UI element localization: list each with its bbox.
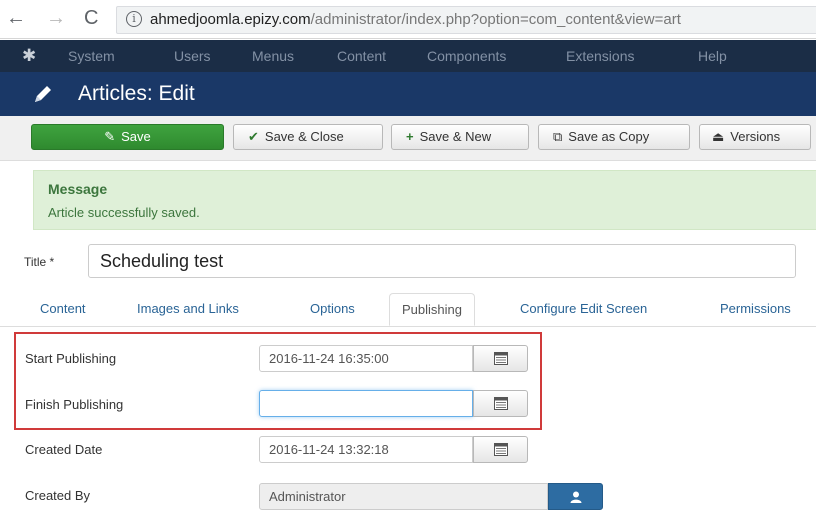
page-title: Articles: Edit <box>78 82 195 105</box>
joomla-logo-icon[interactable]: ✱ <box>22 47 42 65</box>
pencil-icon <box>32 83 54 108</box>
created-by-input[interactable]: Administrator <box>259 483 548 510</box>
created-date-input[interactable]: 2016-11-24 13:32:18 <box>259 436 473 463</box>
save-new-button[interactable]: + Save & New <box>391 124 529 150</box>
start-publishing-calendar-button[interactable] <box>473 345 528 372</box>
copy-icon: ⧉ <box>553 129 563 144</box>
url-text: ahmedjoomla.epizy.com/administrator/inde… <box>150 11 681 28</box>
calendar-icon <box>494 397 508 410</box>
success-message: Message Article successfully saved. <box>33 170 816 230</box>
versions-button[interactable]: ⏏ Versions <box>699 124 811 150</box>
address-bar[interactable]: i ahmedjoomla.epizy.com/administrator/in… <box>116 6 816 34</box>
save-button[interactable]: ✎ Save <box>31 124 224 150</box>
edit-tabs: Content Images and Links Options Publish… <box>0 293 816 327</box>
edit-icon: ✎ <box>104 129 116 144</box>
admin-menu-bar: ✱ System Users Menus Content Components … <box>0 40 816 72</box>
tab-publishing[interactable]: Publishing <box>389 293 475 326</box>
action-toolbar: ✎ Save ✔ Save & Close + Save & New ⧉ Save as… <box>0 116 816 161</box>
browser-toolbar: ← → C i ahmedjoomla.epizy.com/administra… <box>0 0 816 39</box>
menu-menus[interactable]: Menus <box>252 48 294 64</box>
menu-users[interactable]: Users <box>174 48 211 64</box>
created-date-label: Created Date <box>25 442 103 457</box>
versions-icon: ⏏ <box>712 129 725 144</box>
message-heading: Message <box>48 181 108 197</box>
finish-publishing-input[interactable] <box>259 390 473 417</box>
user-icon <box>570 491 582 503</box>
save-close-button[interactable]: ✔ Save & Close <box>233 124 383 150</box>
calendar-icon <box>494 443 508 456</box>
message-text: Article successfully saved. <box>48 205 200 220</box>
tab-images-links[interactable]: Images and Links <box>137 301 239 316</box>
menu-extensions[interactable]: Extensions <box>566 48 634 64</box>
start-publishing-label: Start Publishing <box>25 351 117 366</box>
page-title-bar: Articles: Edit <box>0 72 816 116</box>
title-label: Title * <box>24 255 55 269</box>
tab-options[interactable]: Options <box>310 301 355 316</box>
tab-permissions[interactable]: Permissions <box>720 301 791 316</box>
info-icon[interactable]: i <box>126 11 142 27</box>
plus-icon: + <box>406 129 414 144</box>
menu-content[interactable]: Content <box>337 48 386 64</box>
back-arrow-icon[interactable]: ← <box>6 6 26 30</box>
save-copy-button[interactable]: ⧉ Save as Copy <box>538 124 690 150</box>
calendar-icon <box>494 352 508 365</box>
created-by-label: Created By <box>25 488 91 503</box>
start-publishing-input[interactable]: 2016-11-24 16:35:00 <box>259 345 473 372</box>
menu-system[interactable]: System <box>68 48 115 64</box>
forward-arrow-icon[interactable]: → <box>46 6 66 30</box>
menu-components[interactable]: Components <box>427 48 506 64</box>
check-icon: ✔ <box>248 129 259 144</box>
select-user-button[interactable] <box>548 483 603 510</box>
created-date-calendar-button[interactable] <box>473 436 528 463</box>
tab-configure-edit-screen[interactable]: Configure Edit Screen <box>520 301 647 316</box>
finish-publishing-calendar-button[interactable] <box>473 390 528 417</box>
reload-icon[interactable]: C <box>84 6 98 30</box>
menu-help[interactable]: Help <box>698 48 727 64</box>
title-input[interactable]: Scheduling test <box>88 244 796 278</box>
finish-publishing-label: Finish Publishing <box>25 397 124 412</box>
tab-content[interactable]: Content <box>40 301 86 316</box>
